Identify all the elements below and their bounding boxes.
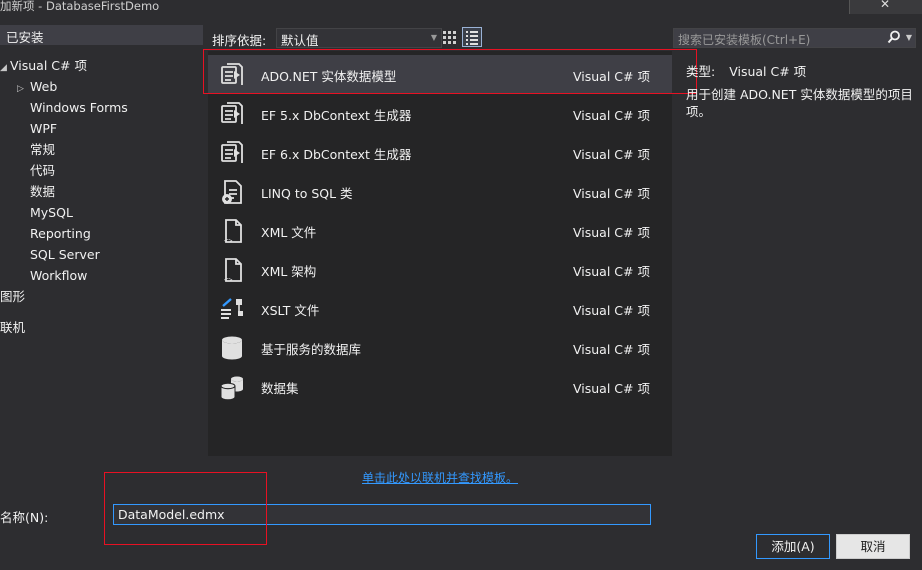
category-item-label: SQL Server bbox=[30, 247, 100, 262]
installed-header[interactable]: 已安装 bbox=[0, 25, 203, 45]
category-item-label: MySQL bbox=[30, 205, 73, 220]
category-item[interactable]: ◢ Visual C# 项 bbox=[0, 56, 87, 76]
detail-type-key: 类型: bbox=[686, 64, 716, 79]
template-language: Visual C# 项 bbox=[573, 69, 650, 84]
add-button[interactable]: 添加(A) bbox=[756, 534, 830, 559]
template-language: Visual C# 项 bbox=[573, 303, 650, 318]
linq-to-sql-icon bbox=[218, 178, 246, 206]
collapse-arrow-icon[interactable]: ◢ bbox=[0, 58, 10, 78]
template-name: EF 6.x DbContext 生成器 bbox=[261, 147, 412, 162]
template-row[interactable]: EF 6.x DbContext 生成器 Visual C# 项 bbox=[208, 133, 672, 172]
entity-model-icon bbox=[218, 139, 246, 167]
chevron-down-icon: ▼ bbox=[430, 33, 437, 42]
add-new-item-dialog: 加新项 - DatabaseFirstDemo ✕ 已安装 ◢ Visual C#… bbox=[0, 0, 922, 570]
category-item[interactable]: Reporting bbox=[30, 224, 91, 244]
detail-type-value: Visual C# 项 bbox=[729, 64, 807, 79]
template-row[interactable]: LINQ to SQL 类 Visual C# 项 bbox=[208, 172, 672, 211]
sort-value: 默认值 bbox=[281, 33, 319, 48]
category-item-label: Web bbox=[30, 79, 58, 94]
grid-view-button[interactable] bbox=[440, 28, 458, 46]
category-item-label: 常规 bbox=[30, 142, 56, 157]
database-icon bbox=[218, 334, 246, 362]
grid-view-icon bbox=[443, 31, 456, 44]
category-item-label: 联机 bbox=[0, 320, 26, 335]
template-row[interactable]: <> XML 文件 Visual C# 项 bbox=[208, 211, 672, 250]
cancel-button[interactable]: 取消 bbox=[836, 534, 910, 559]
dataset-icon bbox=[218, 373, 246, 401]
category-item[interactable]: SQL Server bbox=[30, 245, 100, 265]
template-row[interactable]: 数据集 Visual C# 项 bbox=[208, 367, 672, 406]
category-item-label: 代码 bbox=[30, 163, 56, 178]
category-item-label: WPF bbox=[30, 121, 58, 136]
category-item[interactable]: 联机 bbox=[0, 318, 25, 338]
name-label: 名称(N): bbox=[0, 510, 49, 525]
template-language: Visual C# 项 bbox=[573, 108, 650, 123]
close-button[interactable]: ✕ bbox=[849, 0, 922, 14]
template-row[interactable]: ADO.NET 实体数据模型 Visual C# 项 bbox=[208, 55, 672, 93]
expand-arrow-icon[interactable]: ▷ bbox=[17, 79, 30, 99]
sort-label: 排序依据: bbox=[212, 33, 267, 48]
template-language: Visual C# 项 bbox=[573, 147, 650, 162]
svg-text:<>: <> bbox=[224, 237, 232, 245]
template-name: ADO.NET 实体数据模型 bbox=[261, 69, 397, 84]
detail-type: 类型: Visual C# 项 bbox=[686, 61, 806, 80]
category-item-label: 数据 bbox=[30, 184, 56, 199]
template-row[interactable]: EF 5.x DbContext 生成器 Visual C# 项 bbox=[208, 94, 672, 133]
xml-schema-icon: <> bbox=[218, 256, 246, 284]
template-language: Visual C# 项 bbox=[573, 225, 650, 240]
category-item[interactable]: 图形 bbox=[0, 287, 25, 307]
list-toolbar: 排序依据: 默认值 ▼ bbox=[208, 27, 672, 49]
sort-dropdown[interactable]: 默认值 ▼ bbox=[276, 28, 442, 48]
category-item-label: 图形 bbox=[0, 289, 26, 304]
template-language: Visual C# 项 bbox=[573, 342, 650, 357]
entity-model-icon bbox=[218, 100, 246, 128]
entity-model-icon bbox=[218, 61, 246, 89]
installed-header-label: 已安装 bbox=[6, 30, 44, 45]
xml-file-icon: <> bbox=[218, 217, 246, 245]
template-list: ADO.NET 实体数据模型 Visual C# 项 EF 5.x DbContex… bbox=[208, 51, 672, 456]
category-item[interactable]: Windows Forms bbox=[30, 98, 128, 118]
list-view-icon bbox=[466, 31, 478, 45]
list-view-button[interactable] bbox=[462, 27, 482, 47]
template-language: Visual C# 项 bbox=[573, 264, 650, 279]
detail-description: 用于创建 ADO.NET 实体数据模型的项目项。 bbox=[686, 87, 913, 119]
template-name: LINQ to SQL 类 bbox=[261, 186, 353, 201]
category-item-label: Reporting bbox=[30, 226, 91, 241]
xslt-file-icon bbox=[218, 295, 246, 323]
name-input[interactable] bbox=[113, 504, 651, 525]
close-icon: ✕ bbox=[880, 0, 891, 11]
template-language: Visual C# 项 bbox=[573, 186, 650, 201]
category-item[interactable]: Workflow bbox=[30, 266, 87, 286]
template-name: 数据集 bbox=[261, 381, 299, 396]
template-name: XML 架构 bbox=[261, 264, 317, 279]
template-row[interactable]: 基于服务的数据库 Visual C# 项 bbox=[208, 328, 672, 367]
template-name: 基于服务的数据库 bbox=[261, 342, 362, 357]
category-item[interactable]: ▷ Web bbox=[17, 77, 57, 97]
template-name: XSLT 文件 bbox=[261, 303, 320, 318]
search-icon[interactable] bbox=[887, 30, 901, 44]
category-item[interactable]: 数据 bbox=[30, 182, 55, 202]
search-placeholder: 搜索已安装模板(Ctrl+E) bbox=[678, 33, 811, 47]
category-item[interactable]: 常规 bbox=[30, 140, 55, 160]
category-item-label: Visual C# 项 bbox=[10, 58, 87, 73]
search-box[interactable]: 搜索已安装模板(Ctrl+E) ▼ bbox=[673, 28, 916, 48]
category-item-label: Workflow bbox=[30, 268, 88, 283]
template-row[interactable]: XSLT 文件 Visual C# 项 bbox=[208, 289, 672, 328]
template-row[interactable]: <> XML 架构 Visual C# 项 bbox=[208, 250, 672, 289]
svg-text:<>: <> bbox=[224, 276, 232, 284]
category-item-label: Windows Forms bbox=[30, 100, 128, 115]
category-item[interactable]: WPF bbox=[30, 119, 57, 139]
chevron-down-icon[interactable]: ▼ bbox=[906, 33, 912, 42]
title-bar: 加新项 - DatabaseFirstDemo ✕ bbox=[0, 0, 922, 14]
category-item[interactable]: MySQL bbox=[30, 203, 73, 223]
online-templates-link[interactable]: 单击此处以联机并查找模板。 bbox=[362, 469, 518, 486]
category-item[interactable]: 代码 bbox=[30, 161, 55, 181]
window-title: 加新项 - DatabaseFirstDemo bbox=[0, 0, 160, 13]
template-language: Visual C# 项 bbox=[573, 381, 650, 396]
template-name: EF 5.x DbContext 生成器 bbox=[261, 108, 412, 123]
template-name: XML 文件 bbox=[261, 225, 317, 240]
